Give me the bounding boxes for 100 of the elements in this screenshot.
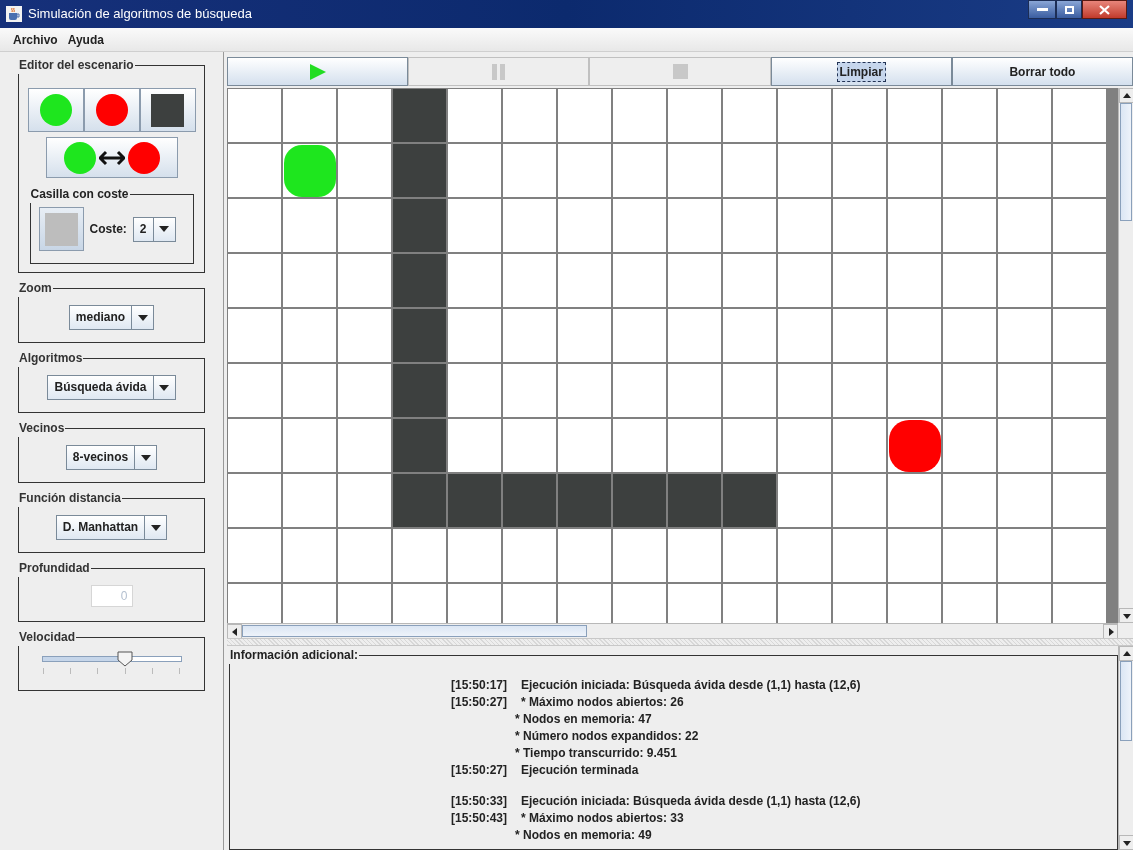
play-button[interactable]	[227, 57, 409, 86]
grid-cell[interactable]	[338, 364, 391, 417]
grid-cell[interactable]	[448, 364, 501, 417]
grid-cell[interactable]	[558, 529, 611, 582]
scroll-thumb[interactable]	[1120, 661, 1132, 741]
grid-cell[interactable]	[283, 584, 336, 623]
grid-cell[interactable]	[833, 254, 886, 307]
scroll-up-button[interactable]	[1119, 646, 1133, 661]
grid-cell[interactable]	[338, 89, 391, 142]
grid-cell[interactable]	[338, 584, 391, 623]
wall-cell[interactable]	[503, 474, 556, 527]
grid-cell[interactable]	[888, 89, 941, 142]
grid-cell[interactable]	[723, 254, 776, 307]
grid-cell[interactable]	[393, 584, 446, 623]
grid-cell[interactable]	[228, 144, 281, 197]
setting-dropdown[interactable]: D. Manhattan	[55, 515, 168, 540]
grid-cell[interactable]	[283, 309, 336, 362]
grid-cell[interactable]	[778, 89, 831, 142]
grid-cell[interactable]	[558, 309, 611, 362]
grid-cell[interactable]	[503, 529, 556, 582]
grid-cell[interactable]	[283, 419, 336, 472]
swap-button[interactable]	[45, 137, 178, 178]
scroll-down-button[interactable]	[1119, 835, 1133, 850]
menu-item[interactable]: Ayuda	[67, 30, 104, 49]
grid-cell[interactable]	[228, 89, 281, 142]
grid-cell[interactable]	[448, 584, 501, 623]
setting-dropdown[interactable]: mediano	[68, 305, 155, 330]
wall-cell[interactable]	[393, 144, 446, 197]
grid-cell[interactable]	[613, 199, 666, 252]
grid-cell[interactable]	[833, 89, 886, 142]
minimize-button[interactable]	[1028, 0, 1056, 19]
wall-cell[interactable]	[393, 309, 446, 362]
grid-cell[interactable]	[283, 254, 336, 307]
grid-cell[interactable]	[943, 419, 996, 472]
grid-cell[interactable]	[888, 144, 941, 197]
grid-cell[interactable]	[833, 529, 886, 582]
grid-cell[interactable]	[998, 199, 1051, 252]
close-button[interactable]	[1082, 0, 1127, 19]
wall-cell[interactable]	[393, 254, 446, 307]
grid-cell[interactable]	[228, 584, 281, 623]
grid-cell[interactable]	[338, 529, 391, 582]
tool-button[interactable]	[139, 88, 196, 132]
grid-cell[interactable]	[998, 254, 1051, 307]
grid-cell[interactable]	[393, 529, 446, 582]
grid-cell[interactable]	[503, 199, 556, 252]
wall-cell[interactable]	[448, 474, 501, 527]
grid-cell[interactable]	[668, 309, 721, 362]
grid-cell[interactable]	[833, 364, 886, 417]
grid-cell[interactable]	[613, 254, 666, 307]
grid-cell[interactable]	[998, 474, 1051, 527]
grid-cell[interactable]	[778, 199, 831, 252]
grid-cell[interactable]	[1053, 529, 1106, 582]
grid-cell[interactable]	[668, 199, 721, 252]
wall-cell[interactable]	[393, 364, 446, 417]
cost-cell-button[interactable]	[38, 207, 84, 251]
grid-cell[interactable]	[448, 419, 501, 472]
grid-cell[interactable]	[503, 89, 556, 142]
grid-cell[interactable]	[668, 144, 721, 197]
grid-cell[interactable]	[723, 419, 776, 472]
grid-cell[interactable]	[613, 144, 666, 197]
grid-cell[interactable]	[668, 529, 721, 582]
grid-cell[interactable]	[888, 474, 941, 527]
grid-cell[interactable]	[613, 584, 666, 623]
grid-cell[interactable]	[888, 309, 941, 362]
scroll-thumb[interactable]	[242, 625, 587, 637]
grid-cell[interactable]	[723, 89, 776, 142]
wall-cell[interactable]	[393, 89, 446, 142]
toolbar-button[interactable]: Limpiar	[770, 57, 952, 86]
setting-dropdown[interactable]: 8-vecinos	[65, 445, 158, 470]
grid-cell[interactable]	[503, 419, 556, 472]
grid-cell[interactable]	[943, 144, 996, 197]
grid-cell[interactable]	[888, 529, 941, 582]
grid-cell[interactable]	[338, 254, 391, 307]
grid-cell[interactable]	[833, 144, 886, 197]
grid-cell[interactable]	[558, 199, 611, 252]
grid-cell[interactable]	[228, 364, 281, 417]
grid-cell[interactable]	[613, 529, 666, 582]
grid-cell[interactable]	[888, 364, 941, 417]
scroll-down-button[interactable]	[1119, 608, 1133, 623]
grid-cell[interactable]	[338, 199, 391, 252]
grid-cell[interactable]	[723, 199, 776, 252]
grid-cell[interactable]	[503, 364, 556, 417]
grid-cell[interactable]	[943, 584, 996, 623]
grid-cell[interactable]	[668, 89, 721, 142]
wall-cell[interactable]	[393, 199, 446, 252]
grid-cell[interactable]	[558, 364, 611, 417]
grid-cell[interactable]	[943, 474, 996, 527]
grid-cell[interactable]	[1053, 309, 1106, 362]
grid-cell[interactable]	[778, 584, 831, 623]
grid-cell[interactable]	[668, 584, 721, 623]
grid-cell[interactable]	[998, 419, 1051, 472]
vertical-scrollbar[interactable]	[1118, 646, 1133, 850]
grid-cell[interactable]	[1053, 364, 1106, 417]
grid-cell[interactable]	[613, 89, 666, 142]
grid-cell[interactable]	[943, 529, 996, 582]
grid-cell[interactable]	[778, 529, 831, 582]
menu-item[interactable]: Archivo	[13, 30, 58, 49]
grid-cell[interactable]	[228, 529, 281, 582]
grid-cell[interactable]	[448, 309, 501, 362]
grid-cell[interactable]	[668, 364, 721, 417]
